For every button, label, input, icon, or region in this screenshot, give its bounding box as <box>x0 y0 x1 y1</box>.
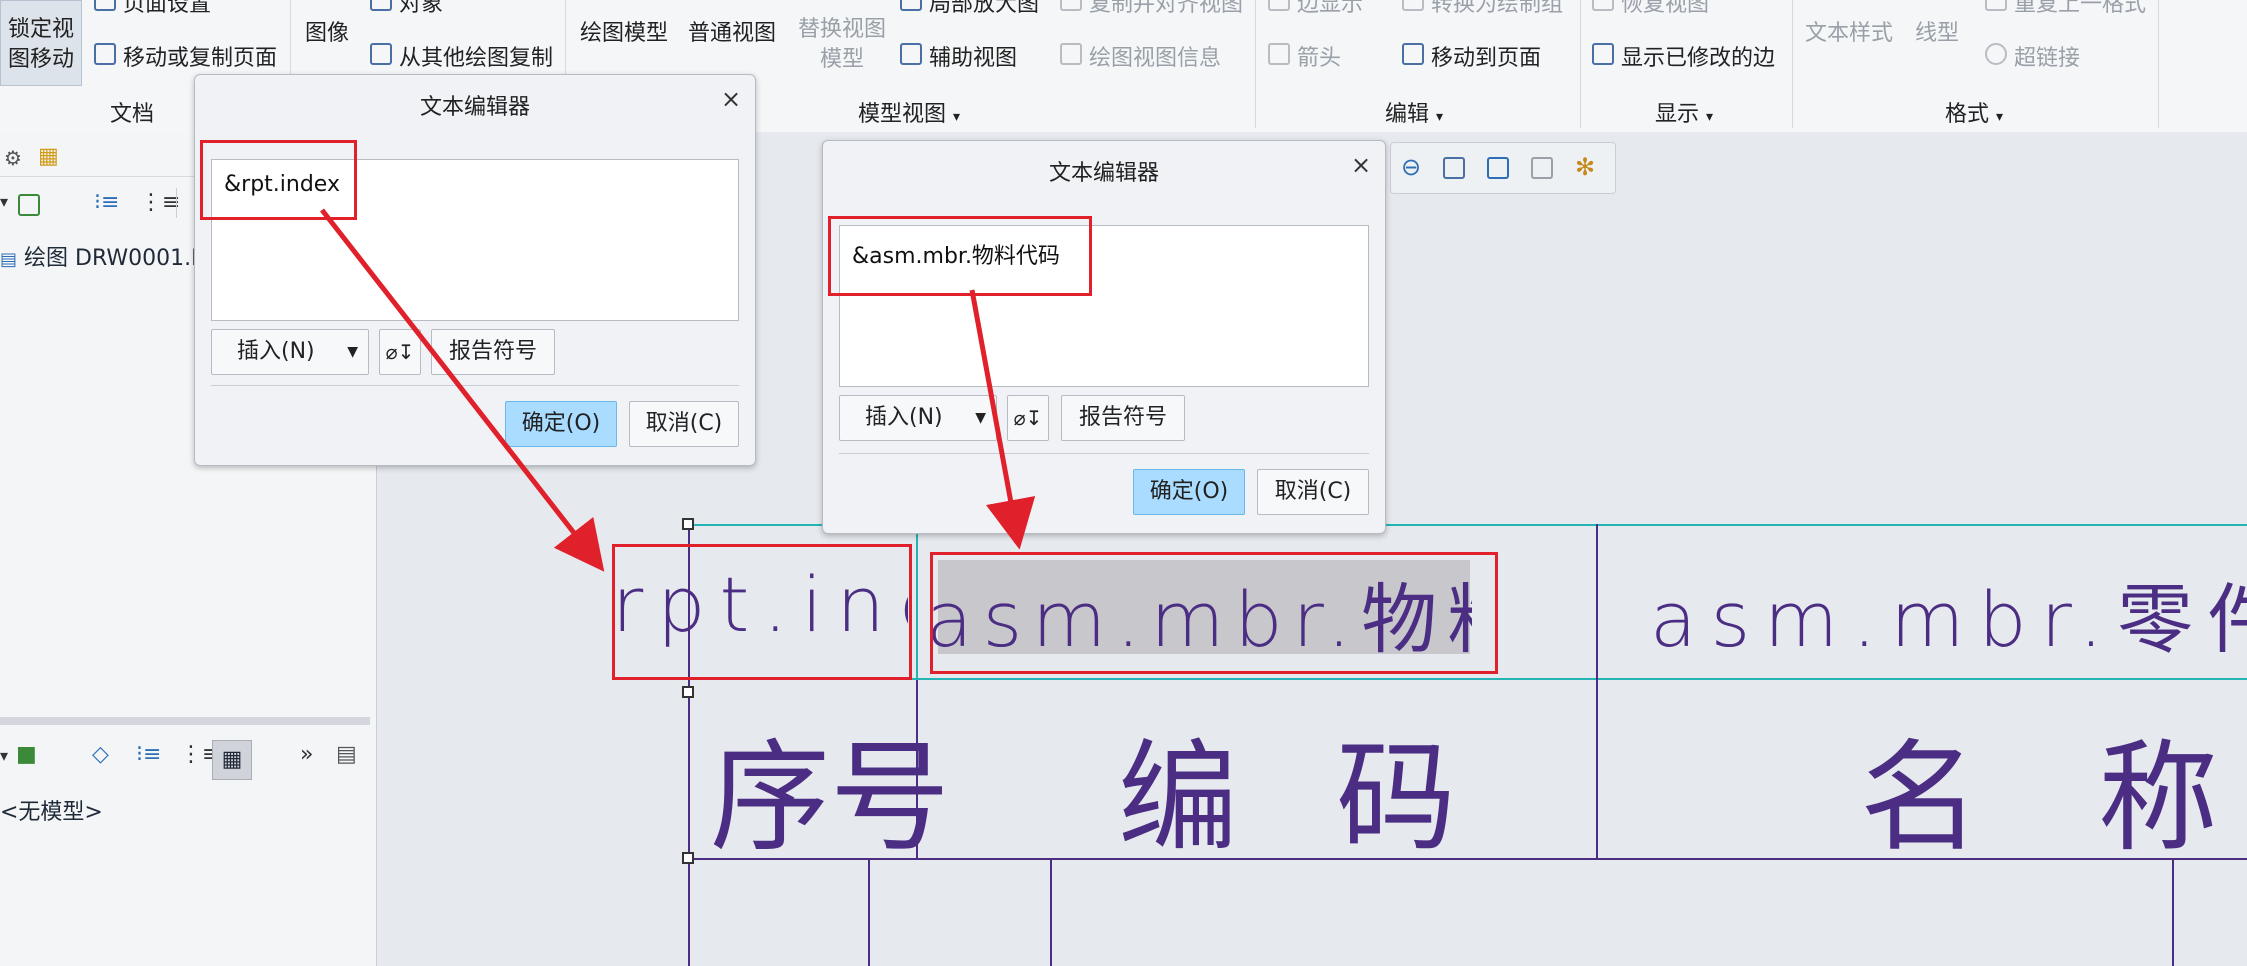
arrow-to-material-code <box>969 289 1036 550</box>
arrow-to-rpt-index <box>320 208 605 572</box>
annotation-arrows <box>320 208 1036 572</box>
